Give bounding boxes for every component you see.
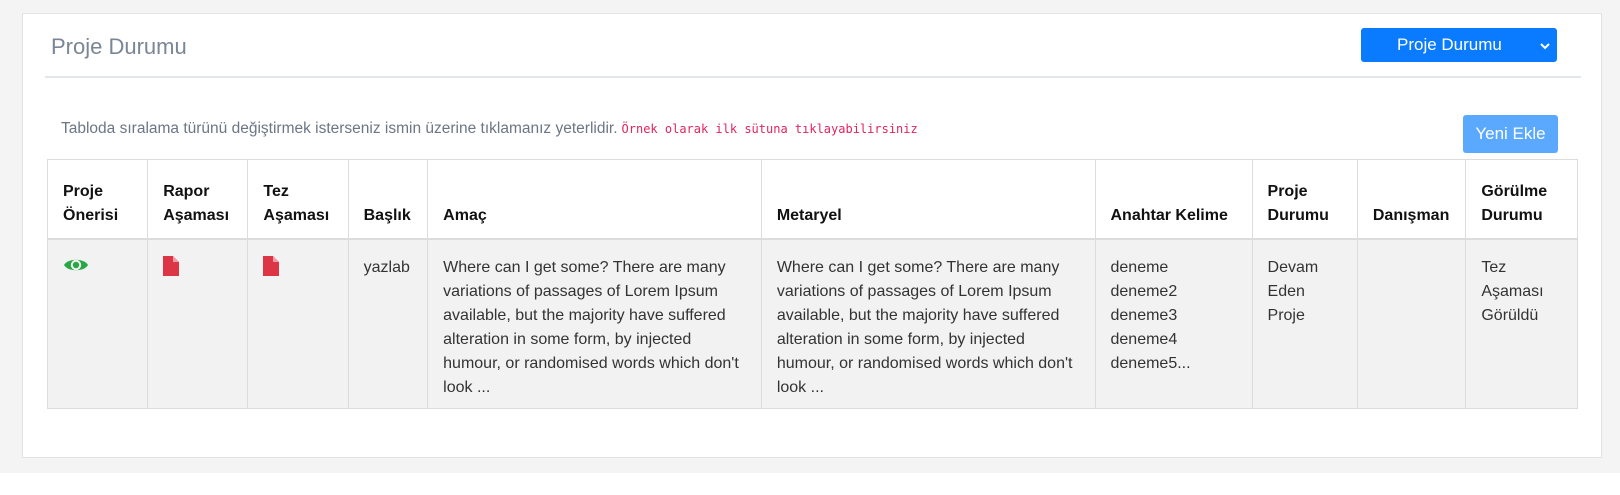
cell-material: Where can I get some? There are many var… bbox=[760, 238, 1096, 409]
project-table: Proje Önerisi Rapor Aşaması Tez Aşaması Baş… bbox=[46, 159, 1578, 409]
keyword: deneme2 bbox=[1110, 282, 1178, 300]
cell-thesis bbox=[247, 238, 349, 409]
chevron-down-icon bbox=[1539, 28, 1551, 62]
header-divider bbox=[45, 76, 1581, 78]
sort-hint-text: Tabloda sıralama türünü değiştirmek iste… bbox=[61, 120, 618, 137]
file-icon[interactable] bbox=[163, 255, 180, 276]
column-header-metaryel[interactable]: Metaryel bbox=[760, 159, 1096, 240]
column-header-proje-onerisi[interactable]: Proje Önerisi bbox=[46, 159, 149, 240]
eye-icon[interactable] bbox=[63, 256, 89, 274]
cell-proposal bbox=[46, 238, 149, 409]
cell-aim: Where can I get some? There are many var… bbox=[427, 238, 762, 409]
sort-hint: Tabloda sıralama türünü değiştirmek iste… bbox=[61, 120, 918, 138]
column-header-danisman[interactable]: Danışman bbox=[1356, 159, 1467, 240]
cell-seen-status: Tez Aşaması Görüldü bbox=[1465, 238, 1578, 409]
column-header-amac[interactable]: Amaç bbox=[427, 159, 762, 240]
keyword: deneme3 bbox=[1110, 306, 1178, 324]
page-title: Proje Durumu bbox=[51, 34, 187, 59]
cell-title: yazlab bbox=[347, 238, 429, 409]
column-header-baslik[interactable]: Başlık bbox=[347, 159, 429, 240]
column-header-proje-durumu[interactable]: Proje Durumu bbox=[1251, 159, 1358, 240]
keyword: deneme5... bbox=[1110, 354, 1191, 372]
column-header-anahtar-kelime[interactable]: Anahtar Kelime bbox=[1094, 159, 1253, 240]
project-status-card: Proje Durumu Proje Durumu Tabloda sırala… bbox=[22, 13, 1602, 458]
sort-hint-code: Örnek olarak ilk sütuna tıklayabilirsini… bbox=[621, 122, 918, 136]
cell-status: Devam Eden Proje bbox=[1251, 238, 1358, 409]
cell-report bbox=[147, 238, 249, 409]
file-icon[interactable] bbox=[263, 255, 280, 276]
dropdown-label: Proje Durumu bbox=[1397, 35, 1502, 54]
keyword: deneme4 bbox=[1110, 330, 1178, 348]
project-status-dropdown[interactable]: Proje Durumu bbox=[1361, 28, 1557, 62]
column-header-rapor-asamasi[interactable]: Rapor Aşaması bbox=[147, 159, 249, 240]
cell-keywords: deneme deneme2 deneme3 deneme4 deneme5..… bbox=[1094, 238, 1253, 409]
column-header-tez-asamasi[interactable]: Tez Aşaması bbox=[247, 159, 349, 240]
column-header-gorulme-durumu[interactable]: Görülme Durumu bbox=[1465, 159, 1578, 240]
keyword: deneme bbox=[1110, 258, 1169, 276]
table-header-row: Proje Önerisi Rapor Aşaması Tez Aşaması Baş… bbox=[46, 159, 1578, 240]
cell-advisor bbox=[1356, 238, 1467, 409]
table-row: yazlab Where can I get some? There are m… bbox=[46, 238, 1578, 409]
new-entry-button[interactable]: Yeni Ekle bbox=[1463, 115, 1558, 153]
